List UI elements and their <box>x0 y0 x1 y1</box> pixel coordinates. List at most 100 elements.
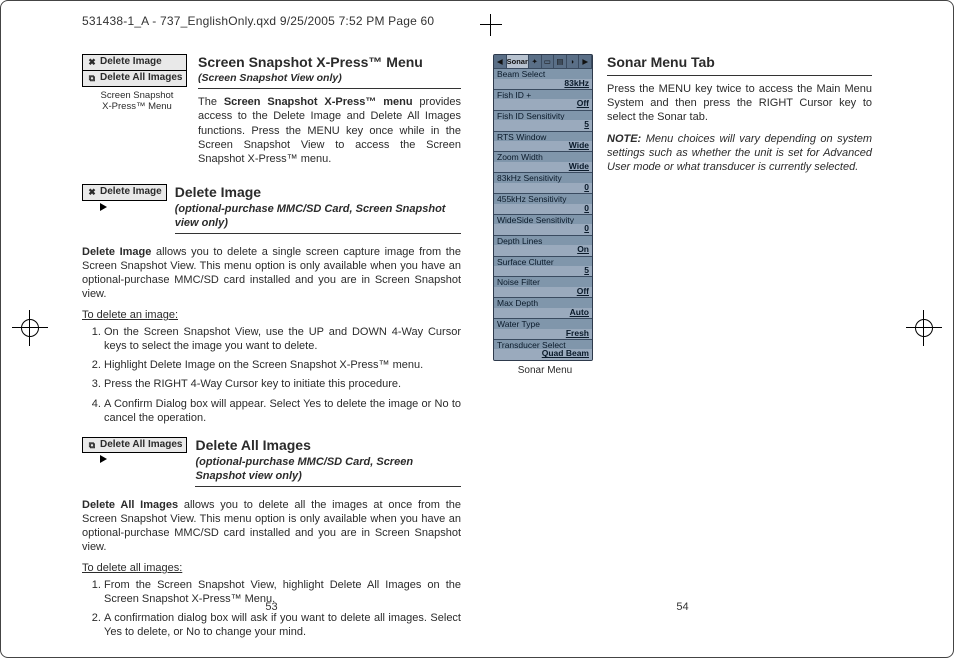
sonar-row-label: 83kHz Sensitivity <box>494 173 592 183</box>
stack-icon: ⧉ <box>87 73 97 83</box>
sonar-row-value: Quad Beam <box>494 349 592 359</box>
sonar-menu-row: Fish ID +Off <box>494 89 592 110</box>
section-screen-snapshot-header: ✖Delete Image ⧉Delete All Images Screen … <box>82 54 461 166</box>
sonar-row-label: Fish ID Sensitivity <box>494 111 592 121</box>
tab-icon: ✦ <box>529 55 542 68</box>
sonar-menu-row: WideSide Sensitivity0 <box>494 214 592 235</box>
heading-delete-image: Delete Image <box>175 184 461 202</box>
tab-icon: ▭ <box>542 55 555 68</box>
sonar-menu-row: Water TypeFresh <box>494 318 592 339</box>
sonar-menu-caption: Sonar Menu <box>493 365 597 378</box>
sonar-row-value: Off <box>494 287 592 297</box>
sonar-row-value: 0 <box>494 183 592 193</box>
sonar-row-value: 5 <box>494 266 592 276</box>
subtitle-delete-image: (optional-purchase MMC/SD Card, Screen S… <box>175 202 461 230</box>
page-54: ◀ Sonar ✦ ▭ ▤ ◗ ▶ Beam Select83kHzFish I… <box>493 54 872 614</box>
sonar-menu-row: Zoom WidthWide <box>494 151 592 172</box>
sonar-menu-row: Beam Select83kHz <box>494 68 592 89</box>
list-item: A confirmation dialog box will ask if yo… <box>104 611 461 639</box>
menu-item-delete-image: ✖Delete Image <box>83 185 166 200</box>
page-number-54: 54 <box>493 600 872 614</box>
registration-mark-right <box>906 310 942 346</box>
delete-image-heading-block: Delete Image (optional-purchase MMC/SD C… <box>175 184 461 239</box>
sonar-row-value: 0 <box>494 224 592 234</box>
subtitle-delete-all-images: (optional-purchase MMC/SD Card, Screen S… <box>195 455 461 483</box>
sonar-row-value: 5 <box>494 120 592 130</box>
x-icon: ✖ <box>87 57 97 67</box>
sonar-row-value: 0 <box>494 204 592 214</box>
rule <box>607 75 872 76</box>
delete-image-description: Delete Image allows you to delete a sing… <box>82 245 461 301</box>
sonar-menu-row: Noise FilterOff <box>494 276 592 297</box>
sonar-row-label: 455kHz Sensitivity <box>494 194 592 204</box>
tab-icon: ◗ <box>567 55 580 68</box>
sonar-row-value: Wide <box>494 162 592 172</box>
sonar-menu-figure: ◀ Sonar ✦ ▭ ▤ ◗ ▶ Beam Select83kHzFish I… <box>493 54 597 378</box>
sonar-row-value: On <box>494 245 592 255</box>
registration-mark-left <box>12 310 48 346</box>
rule <box>195 486 461 487</box>
section-delete-image-header: ✖Delete Image Delete Image (optional-pur… <box>82 184 461 239</box>
crop-mark-top <box>480 14 502 36</box>
menu-item-delete-all-images: ⧉Delete All Images <box>83 438 186 453</box>
list-item: A Confirm Dialog box will appear. Select… <box>104 397 461 425</box>
heading-screen-snapshot-xpress: Screen Snapshot X-Press™ Menu <box>198 54 461 72</box>
rule <box>175 233 461 234</box>
delete-all-images-menu-image: ⧉Delete All Images <box>82 437 187 454</box>
sonar-row-value: Auto <box>494 308 592 318</box>
stack-icon: ⧉ <box>87 440 97 450</box>
section-delete-all-images-header: ⧉Delete All Images Delete All Images (op… <box>82 437 461 492</box>
xpress-menu-caption: Screen Snapshot X-Press™ Menu <box>82 91 192 113</box>
sonar-row-value: Fresh <box>494 329 592 339</box>
page-number-53: 53 <box>82 600 461 614</box>
heading-sonar-menu-tab: Sonar Menu Tab <box>607 54 872 72</box>
list-item: On the Screen Snapshot View, use the UP … <box>104 325 461 353</box>
print-slug: 531438-1_A - 737_EnglishOnly.qxd 9/25/20… <box>82 14 434 28</box>
sonar-menu-row: Max DepthAuto <box>494 297 592 318</box>
subtitle-screen-snapshot-view-only: (Screen Snapshot View only) <box>198 72 461 85</box>
arrow-right-icon <box>100 455 107 463</box>
sonar-menu-row: Surface Clutter5 <box>494 256 592 277</box>
screen-snapshot-description: The Screen Snapshot X-Press™ menu provid… <box>198 95 461 165</box>
two-column-spread: ✖Delete Image ⧉Delete All Images Screen … <box>82 54 872 614</box>
sonar-menu-row: RTS WindowWide <box>494 131 592 152</box>
sonar-text-block: Sonar Menu Tab Press the MENU key twice … <box>607 54 872 174</box>
page-53: ✖Delete Image ⧉Delete All Images Screen … <box>82 54 461 614</box>
sonar-menu-row: Fish ID Sensitivity5 <box>494 110 592 131</box>
heading-delete-all-images: Delete All Images <box>195 437 461 455</box>
rule <box>198 88 461 89</box>
sonar-menu-row: Transducer SelectQuad Beam <box>494 339 592 360</box>
menu-item-delete-all-images: ⧉Delete All Images <box>83 70 186 86</box>
sonar-menu-row: Depth LinesOn <box>494 235 592 256</box>
tab-icon: ◀ <box>494 55 507 68</box>
tab-icon: ▤ <box>554 55 567 68</box>
xpress-menu-figure: ✖Delete Image ⧉Delete All Images Screen … <box>82 54 192 166</box>
xpress-menu-image: ✖Delete Image ⧉Delete All Images <box>82 54 187 87</box>
list-item: Highlight Delete Image on the Screen Sna… <box>104 358 461 372</box>
sonar-description: Press the MENU key twice to access the M… <box>607 82 872 124</box>
delete-all-images-heading-block: Delete All Images (optional-purchase MMC… <box>195 437 461 492</box>
tab-sonar: Sonar <box>507 55 529 68</box>
sonar-menu-row: 455kHz Sensitivity0 <box>494 193 592 214</box>
subhead-to-delete-an-image: To delete an image: <box>82 308 461 322</box>
delete-all-images-description: Delete All Images allows you to delete a… <box>82 498 461 554</box>
sonar-menu-image: ◀ Sonar ✦ ▭ ▤ ◗ ▶ Beam Select83kHzFish I… <box>493 54 593 361</box>
tab-icon: ▶ <box>579 55 592 68</box>
sonar-tab-strip: ◀ Sonar ✦ ▭ ▤ ◗ ▶ <box>494 55 592 68</box>
section-screen-snapshot-text: Screen Snapshot X-Press™ Menu (Screen Sn… <box>198 54 461 166</box>
sonar-row-label: WideSide Sensitivity <box>494 215 592 225</box>
sonar-row-value: 83kHz <box>494 79 592 89</box>
menu-item-delete-image: ✖Delete Image <box>83 55 186 70</box>
delete-image-figure: ✖Delete Image <box>82 184 167 213</box>
sonar-menu-row: 83kHz Sensitivity0 <box>494 172 592 193</box>
list-item: Press the RIGHT 4-Way Cursor key to init… <box>104 377 461 391</box>
subhead-to-delete-all-images: To delete all images: <box>82 561 461 575</box>
delete-image-menu-image: ✖Delete Image <box>82 184 167 201</box>
sonar-note: NOTE: Menu choices will vary depending o… <box>607 132 872 174</box>
sonar-header-row: ◀ Sonar ✦ ▭ ▤ ◗ ▶ Beam Select83kHzFish I… <box>493 54 872 378</box>
arrow-right-icon <box>100 203 107 211</box>
delete-image-steps: On the Screen Snapshot View, use the UP … <box>82 325 461 424</box>
document-page: 531438-1_A - 737_EnglishOnly.qxd 9/25/20… <box>0 0 954 658</box>
x-icon: ✖ <box>87 187 97 197</box>
sonar-row-label: Surface Clutter <box>494 257 592 267</box>
